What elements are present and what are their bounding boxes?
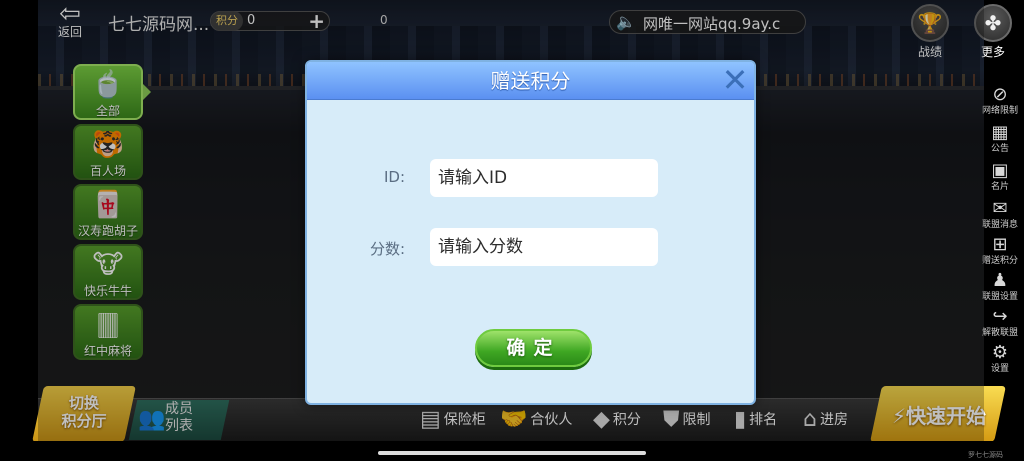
dialog-header: 赠送积分 ✕ bbox=[307, 62, 754, 100]
confirm-button[interactable]: 确定 bbox=[475, 329, 592, 367]
gift-points-dialog: 赠送积分 ✕ ID: 分数: 确定 bbox=[305, 60, 756, 405]
watermark: 罗七七源码 bbox=[968, 451, 1003, 459]
dialog-title: 赠送积分 bbox=[490, 69, 571, 93]
id-input[interactable] bbox=[430, 159, 658, 197]
close-icon[interactable]: ✕ bbox=[718, 62, 752, 98]
score-amount-label: 分数: bbox=[369, 240, 405, 258]
score-amount-input[interactable] bbox=[430, 228, 658, 266]
id-label: ID: bbox=[383, 168, 405, 186]
home-indicator[interactable] bbox=[378, 451, 646, 455]
